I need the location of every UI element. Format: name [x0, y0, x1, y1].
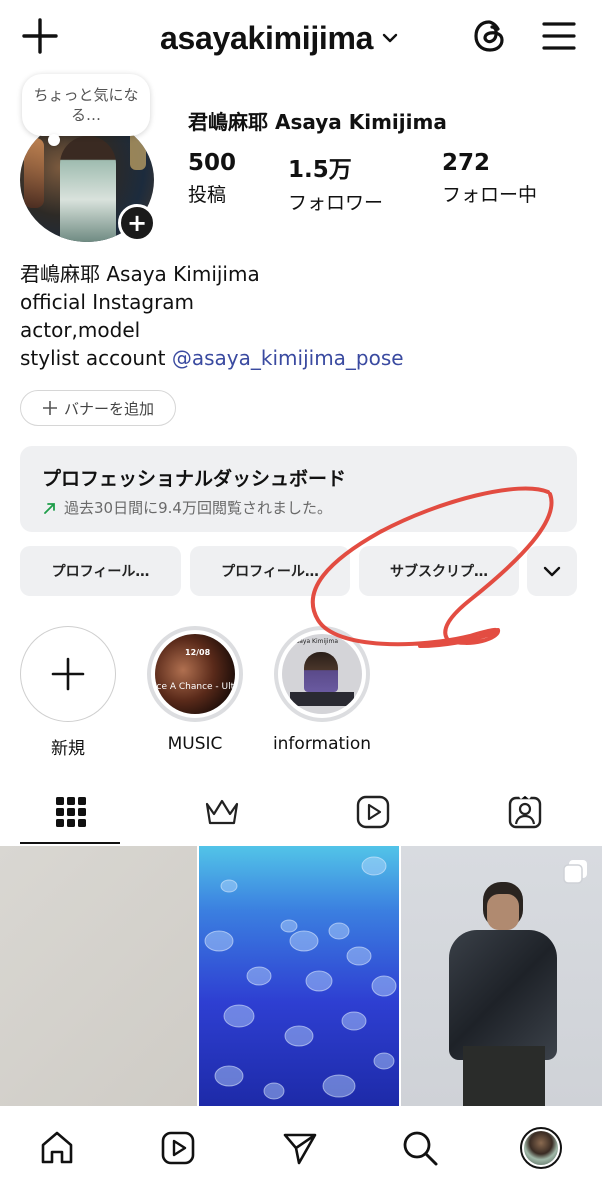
highlight-new[interactable]: 新規 — [18, 626, 118, 759]
search-icon — [403, 1131, 438, 1166]
carousel-icon — [563, 860, 587, 884]
dashboard-title: プロフェッショナルダッシュボード — [42, 468, 347, 490]
avatar — [520, 1127, 562, 1169]
bio-line: 君嶋麻耶 Asaya Kimijima — [20, 262, 260, 286]
profile-bio: 君嶋麻耶 Asaya Kimijima official Instagram a… — [20, 260, 404, 372]
account-switcher[interactable]: asayakimijima — [160, 16, 399, 60]
add-banner-button[interactable]: バナーを追加 — [20, 390, 176, 426]
highlight-new-ring — [20, 626, 116, 722]
stat-posts[interactable]: 500 投稿 — [188, 150, 236, 207]
dashboard-subtitle: 過去30日間に9.4万回閲覧されました。 — [42, 497, 555, 518]
professional-dashboard[interactable]: プロフェッショナルダッシュボード 過去30日間に9.4万回閲覧されました。 — [20, 446, 577, 532]
add-banner-label: バナーを追加 — [63, 399, 154, 418]
create-plus-icon[interactable] — [20, 16, 60, 56]
highlight-cover-date: 12/08 — [185, 648, 211, 657]
stat-followers[interactable]: 1.5万 フォロワー — [288, 150, 383, 215]
highlight-ring: 12/08 ace A Chance - Ulti — [147, 626, 243, 722]
share-profile-button[interactable]: プロフィール… — [190, 546, 350, 596]
tab-subscriptions[interactable] — [200, 790, 244, 834]
subscriptions-button[interactable]: サブスクリプ… — [359, 546, 519, 596]
stat-following[interactable]: 272 フォロー中 — [442, 150, 537, 207]
crown-icon — [205, 799, 239, 825]
post-thumbnail[interactable] — [199, 846, 399, 1106]
highlight-cover: Asaya Kimijima — [282, 634, 362, 714]
chevron-down-icon — [543, 566, 561, 577]
bottom-navigation — [0, 1106, 602, 1199]
highlight-ring: Asaya Kimijima — [274, 626, 370, 722]
tab-reels[interactable] — [351, 790, 395, 834]
profile-display-name: 君嶋麻耶 Asaya Kimijima — [188, 110, 447, 134]
chip-label: プロフィール… — [51, 564, 150, 580]
highlight-information[interactable]: Asaya Kimijima information — [272, 626, 372, 754]
post-thumbnail[interactable] — [0, 846, 197, 1106]
nav-reels[interactable] — [156, 1126, 200, 1170]
trend-up-icon — [44, 502, 55, 514]
grid-icon — [56, 797, 86, 827]
profile-tabs — [0, 778, 602, 846]
add-story-button[interactable]: + — [118, 204, 156, 242]
note-bubble[interactable]: ちょっと気になる… — [22, 74, 150, 136]
username: asayakimijima — [160, 19, 374, 56]
more-options-button[interactable] — [527, 546, 577, 596]
reels-icon — [356, 795, 390, 829]
top-bar: asayakimijima — [0, 0, 602, 76]
highlight-label: MUSIC — [167, 734, 223, 754]
highlight-label: information — [272, 734, 372, 754]
plus-icon: + — [126, 209, 148, 237]
highlight-cover: 12/08 ace A Chance - Ulti — [155, 634, 235, 714]
bio-mention-link[interactable]: @asaya_kimijima_pose — [172, 346, 404, 370]
threads-icon[interactable] — [470, 16, 510, 56]
bio-line: official Instagram — [20, 290, 195, 314]
tab-tagged[interactable] — [503, 790, 547, 834]
stat-value: 500 — [188, 150, 237, 176]
nav-search[interactable] — [398, 1126, 442, 1170]
stat-label: フォロー中 — [442, 184, 538, 206]
dashboard-views-text: 過去30日間に9.4万回閲覧されました。 — [64, 499, 332, 517]
tagged-person-icon — [508, 794, 542, 829]
menu-icon[interactable] — [540, 18, 578, 54]
post-thumbnail[interactable] — [401, 846, 602, 1106]
note-text: ちょっと気になる… — [33, 86, 139, 124]
highlight-music[interactable]: 12/08 ace A Chance - Ulti MUSIC — [145, 626, 245, 754]
bio-text: stylist account — [20, 346, 172, 370]
send-icon — [283, 1133, 317, 1165]
edit-profile-button[interactable]: プロフィール… — [20, 546, 181, 596]
stat-value: 272 — [442, 150, 491, 176]
bio-line: actor,model — [20, 318, 141, 342]
highlight-label: 新規 — [51, 739, 85, 759]
home-icon — [41, 1131, 73, 1164]
nav-messages[interactable] — [278, 1126, 322, 1170]
active-tab-indicator — [20, 842, 120, 844]
note-bubble-tail — [48, 134, 60, 146]
bio-line: stylist account @asaya_kimijima_pose — [20, 344, 404, 372]
chip-label: プロフィール… — [221, 564, 319, 580]
nav-home[interactable] — [35, 1126, 79, 1170]
highlight-cover-text: Asaya Kimijima — [292, 638, 339, 645]
chip-label: サブスクリプ… — [390, 564, 488, 580]
posts-grid — [0, 846, 602, 1106]
stat-label: 投稿 — [188, 184, 227, 206]
reels-icon — [161, 1131, 195, 1165]
chevron-down-icon — [382, 33, 398, 43]
nav-profile[interactable] — [519, 1126, 563, 1170]
plus-icon — [51, 657, 85, 691]
stat-label: フォロワー — [288, 192, 384, 214]
tab-grid[interactable] — [49, 790, 93, 834]
plus-icon — [42, 401, 57, 415]
stat-value: 1.5万 — [288, 157, 352, 183]
highlight-cover-text: ace A Chance - Ulti — [155, 682, 235, 692]
